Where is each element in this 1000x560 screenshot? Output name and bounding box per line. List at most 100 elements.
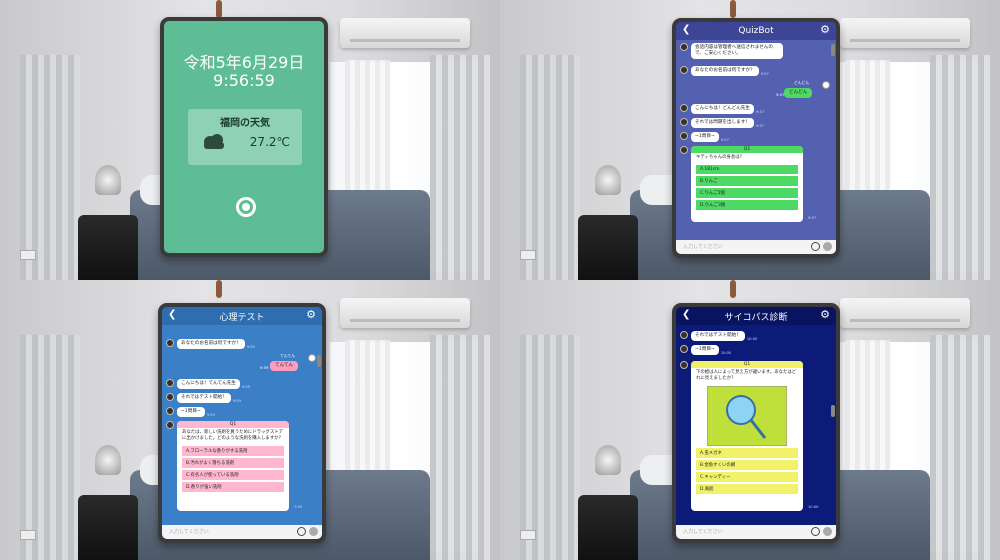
back-icon[interactable]: ❮: [682, 309, 690, 320]
message-time: 9:57: [756, 110, 765, 114]
hanger-icon: [730, 280, 736, 298]
option-button[interactable]: B.汚れがよく落ちる洗剤: [182, 458, 284, 468]
message-time: 9:59: [260, 365, 269, 370]
message-time: 7:59: [294, 505, 303, 509]
quadrant-psychopath: ❮ サイコパス診断 ⚙ それではテスト開始！ 10:00 ~1問目~ 10:00: [500, 280, 1000, 560]
chat-screen: ❮ QuizBot ⚙ 会話内容は管理者へ送信されませんので、ご安心ください。 …: [676, 22, 836, 254]
bot-avatar: [166, 421, 174, 429]
temperature: 27.2℃: [249, 135, 290, 149]
bot-avatar: [680, 66, 688, 74]
hanger-icon: [216, 280, 222, 298]
message-input[interactable]: 入力してください: [169, 528, 209, 535]
message-bubble: あなたのお名前は何ですか？: [177, 339, 245, 349]
chat-footer: 入力してください: [676, 240, 836, 254]
message-time: 9:59: [232, 399, 241, 403]
home-button[interactable]: [236, 197, 256, 217]
chat-body: それではテスト開始！ 10:00 ~1問目~ 10:00 Q1 下の絵は人によっ…: [676, 325, 836, 525]
bot-avatar: [680, 331, 688, 339]
option-button[interactable]: C.りんご5個: [696, 188, 798, 198]
bot-avatar: [680, 345, 688, 353]
chat-header: ❮ QuizBot ⚙: [676, 22, 836, 40]
question-text: 下の絵は人によって見え方が違います。あなたはどれに見えましたか？: [696, 370, 797, 381]
clock-screen: 令和5年6月29日 9:56:59 福岡の天気 27.2℃: [164, 21, 324, 253]
chat-body: あなたのお名前は何ですか？ 9:59 てんてん てんてん 9:59 こんにちは！…: [162, 325, 322, 525]
message-bubble: 会話内容は管理者へ送信されませんので、ご安心ください。: [691, 43, 783, 59]
quadrant-quizbot: ❮ QuizBot ⚙ 会話内容は管理者へ送信されませんので、ご安心ください。 …: [500, 0, 1000, 280]
quadrant-clock: 令和5年6月29日 9:56:59 福岡の天気 27.2℃: [0, 0, 500, 280]
back-icon[interactable]: ❮: [168, 309, 176, 320]
message-input[interactable]: 入力してください: [683, 243, 723, 250]
chat-header: ❮ 心理テスト ⚙: [162, 307, 322, 325]
message-time: 9:57: [756, 124, 765, 128]
bot-avatar: [166, 339, 174, 347]
emoji-icon[interactable]: [811, 242, 820, 251]
scrollbar[interactable]: [831, 44, 835, 56]
quadrant-psych: ❮ 心理テスト ⚙ あなたのお名前は何ですか？ 9:59 てんてん てんてん 9…: [0, 280, 500, 560]
bot-message: それでは問題を出します！ 9:57: [680, 118, 764, 128]
option-button[interactable]: C.キャンディー: [696, 472, 798, 482]
bot-avatar: [680, 146, 688, 154]
option-button[interactable]: A.181cm: [696, 165, 798, 174]
emoji-icon[interactable]: [811, 527, 820, 536]
bot-avatar: [680, 132, 688, 140]
bot-avatar: [680, 361, 688, 369]
option-button[interactable]: B.りんご: [696, 176, 798, 186]
message-input[interactable]: 入力してください: [683, 528, 723, 535]
chat-title: QuizBot: [738, 26, 774, 36]
question-text: キティちゃんの身長は？: [696, 155, 745, 160]
scrollbar[interactable]: [317, 355, 321, 367]
bot-message: ~1問目~ 9:59: [166, 407, 215, 417]
question-header: Q1: [691, 361, 803, 368]
message-bubble: ~1問目~: [691, 345, 719, 355]
chat-screen: ❮ 心理テスト ⚙ あなたのお名前は何ですか？ 9:59 てんてん てんてん 9…: [162, 307, 322, 539]
send-icon[interactable]: [309, 527, 318, 536]
user-message: どんどん: [784, 88, 813, 98]
bot-message: こんにちは！どんどん先生 9:57: [680, 104, 764, 114]
message-bubble: あなたのお名前は何ですか？: [691, 66, 759, 76]
bot-message: 会話内容は管理者へ送信されませんので、ご安心ください。: [680, 43, 783, 59]
option-button[interactable]: A.虫メガネ: [696, 448, 798, 458]
tablet: ❮ QuizBot ⚙ 会話内容は管理者へ送信されませんので、ご安心ください。 …: [672, 18, 840, 258]
user-bubble: どんどん: [784, 88, 813, 98]
option-button[interactable]: D.風船: [696, 484, 798, 494]
question-card: Q1 あなたは、新しい洗剤を買うためにドラッグストアに出かけました。どのような洗…: [177, 421, 289, 511]
message-bubble: それではテスト開始！: [177, 393, 231, 403]
clock-time: 9:56:59: [213, 71, 275, 90]
chat-footer: 入力してください: [162, 525, 322, 539]
message-time: 9:59: [206, 413, 215, 417]
gear-icon[interactable]: ⚙: [820, 308, 830, 321]
message-bubble: それではテスト開始！: [691, 331, 745, 341]
bot-avatar: [680, 104, 688, 112]
message-bubble: ~1問目~: [177, 407, 205, 417]
chat-header: ❮ サイコパス診断 ⚙: [676, 307, 836, 325]
send-icon[interactable]: [823, 242, 832, 251]
option-button[interactable]: C.有名人が使っている洗剤: [182, 470, 284, 480]
message-time: 10:00: [720, 351, 732, 355]
option-button[interactable]: D.りんご3個: [696, 200, 798, 210]
chat-footer: 入力してください: [676, 525, 836, 539]
bot-message: それではテスト開始！ 10:00: [680, 331, 757, 341]
message-time: 9:57: [720, 138, 729, 142]
gear-icon[interactable]: ⚙: [820, 23, 830, 36]
bot-message: あなたのお名前は何ですか？ 9:59: [166, 339, 255, 349]
message-time: 10:00: [808, 505, 819, 509]
chat-title: サイコパス診断: [724, 312, 788, 323]
option-button[interactable]: D.香りが強い洗剤: [182, 482, 284, 492]
send-icon[interactable]: [823, 527, 832, 536]
question-header: Q1: [691, 146, 803, 153]
gear-icon[interactable]: ⚙: [306, 308, 316, 321]
user-avatar: [308, 354, 316, 362]
message-time: 9:57: [808, 216, 817, 220]
clock-date: 令和5年6月29日: [183, 53, 305, 72]
back-icon[interactable]: ❮: [682, 24, 690, 35]
bot-message: ~1問目~ 9:57: [680, 132, 729, 142]
option-button[interactable]: A.フローラルな香りがする洗剤: [182, 446, 284, 456]
scrollbar[interactable]: [831, 405, 835, 417]
option-button[interactable]: B.金魚すくいの網: [696, 460, 798, 470]
chat-body: 会話内容は管理者へ送信されませんので、ご安心ください。 あなたのお名前は何ですか…: [676, 40, 836, 240]
tablet: ❮ 心理テスト ⚙ あなたのお名前は何ですか？ 9:59 てんてん てんてん 9…: [158, 303, 326, 543]
magnifier-icon: [707, 386, 787, 446]
user-name: てんてん: [280, 353, 295, 358]
message-bubble: こんにちは！てんてん先生: [177, 379, 240, 389]
emoji-icon[interactable]: [297, 527, 306, 536]
